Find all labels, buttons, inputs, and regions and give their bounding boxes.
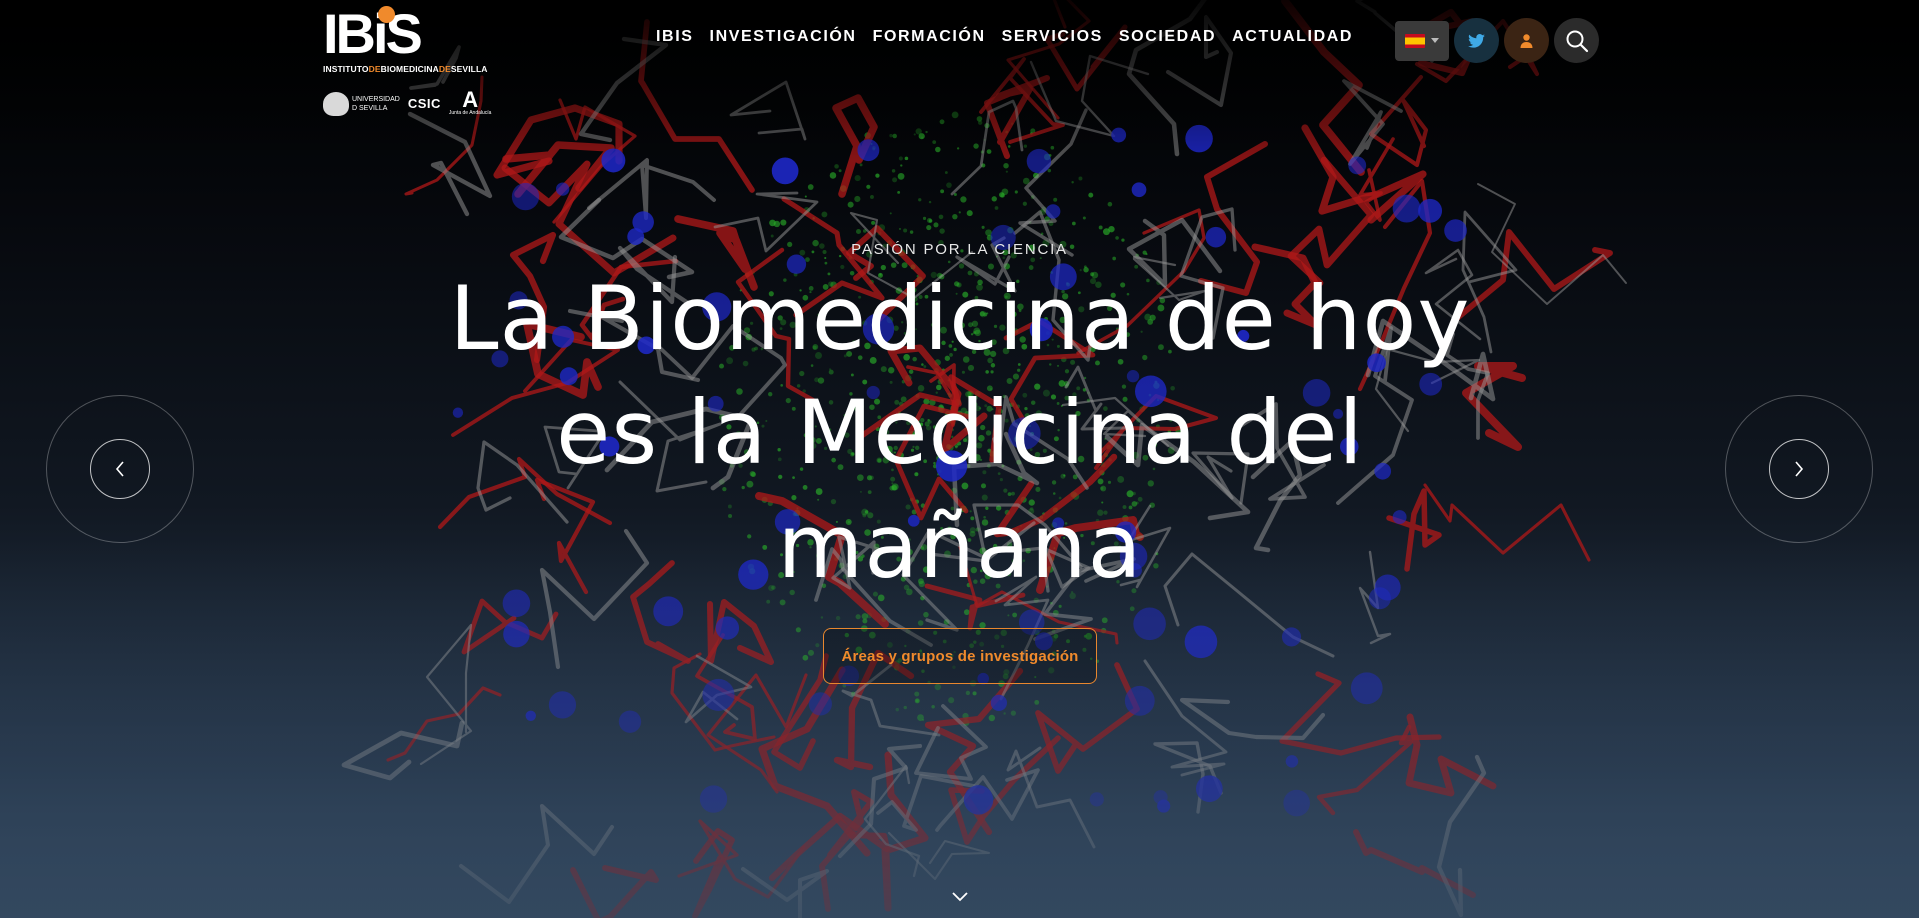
nav-item-ibis[interactable]: IBIS (656, 28, 694, 46)
chevron-left-icon (115, 461, 124, 477)
chevron-down-icon[interactable] (951, 890, 969, 904)
site-logo[interactable]: IBiS INSTITUTODEBIOMEDICINADESEVILLA UNI… (323, 6, 498, 117)
caret-down-icon (1431, 38, 1439, 43)
research-areas-button[interactable]: Áreas y grupos de investigación (823, 628, 1097, 684)
twitter-button[interactable] (1454, 18, 1499, 63)
hero-kicker: PASIÓN POR LA CIENCIA (851, 241, 1068, 258)
partner-logos: UNIVERSIDAD D SEVILLA CSIC A Junta de An… (323, 87, 498, 117)
carousel-prev-inner (90, 439, 150, 499)
nav-item-servicios[interactable]: SERVICIOS (1002, 28, 1103, 46)
main-nav: IBIS INVESTIGACIÓN FORMACIÓN SERVICIOS S… (656, 28, 1353, 46)
user-account-button[interactable] (1504, 18, 1549, 63)
nav-item-actualidad[interactable]: ACTUALIDAD (1232, 28, 1353, 46)
universidad-sevilla-logo: UNIVERSIDAD D SEVILLA (323, 91, 400, 116)
csic-logo: CSIC (407, 96, 441, 111)
language-selector[interactable] (1395, 20, 1449, 61)
logo-wordmark: IBiS (323, 2, 423, 65)
nav-item-investigacion[interactable]: INVESTIGACIÓN (710, 28, 857, 46)
nav-item-formacion[interactable]: FORMACIÓN (873, 28, 986, 46)
seal-icon (323, 91, 349, 116)
logo-dot (378, 6, 395, 23)
junta-andalucia-logo: A Junta de Andalucía (448, 87, 492, 117)
logo-subtitle: INSTITUTODEBIOMEDICINADESEVILLA (323, 64, 488, 74)
carousel-next-inner (1769, 439, 1829, 499)
carousel-next-button[interactable] (1725, 395, 1873, 543)
hero-headline: La Biomedicina de hoy es la Medicina del… (449, 267, 1471, 598)
carousel-prev-button[interactable] (46, 395, 194, 543)
spain-flag-icon (1405, 33, 1425, 48)
chevron-right-icon (1795, 461, 1804, 477)
search-icon (1566, 30, 1588, 52)
user-icon (1520, 33, 1533, 48)
nav-item-sociedad[interactable]: SOCIEDAD (1119, 28, 1216, 46)
header-tools (1395, 18, 1599, 63)
search-button[interactable] (1554, 18, 1599, 63)
twitter-icon (1468, 33, 1485, 48)
